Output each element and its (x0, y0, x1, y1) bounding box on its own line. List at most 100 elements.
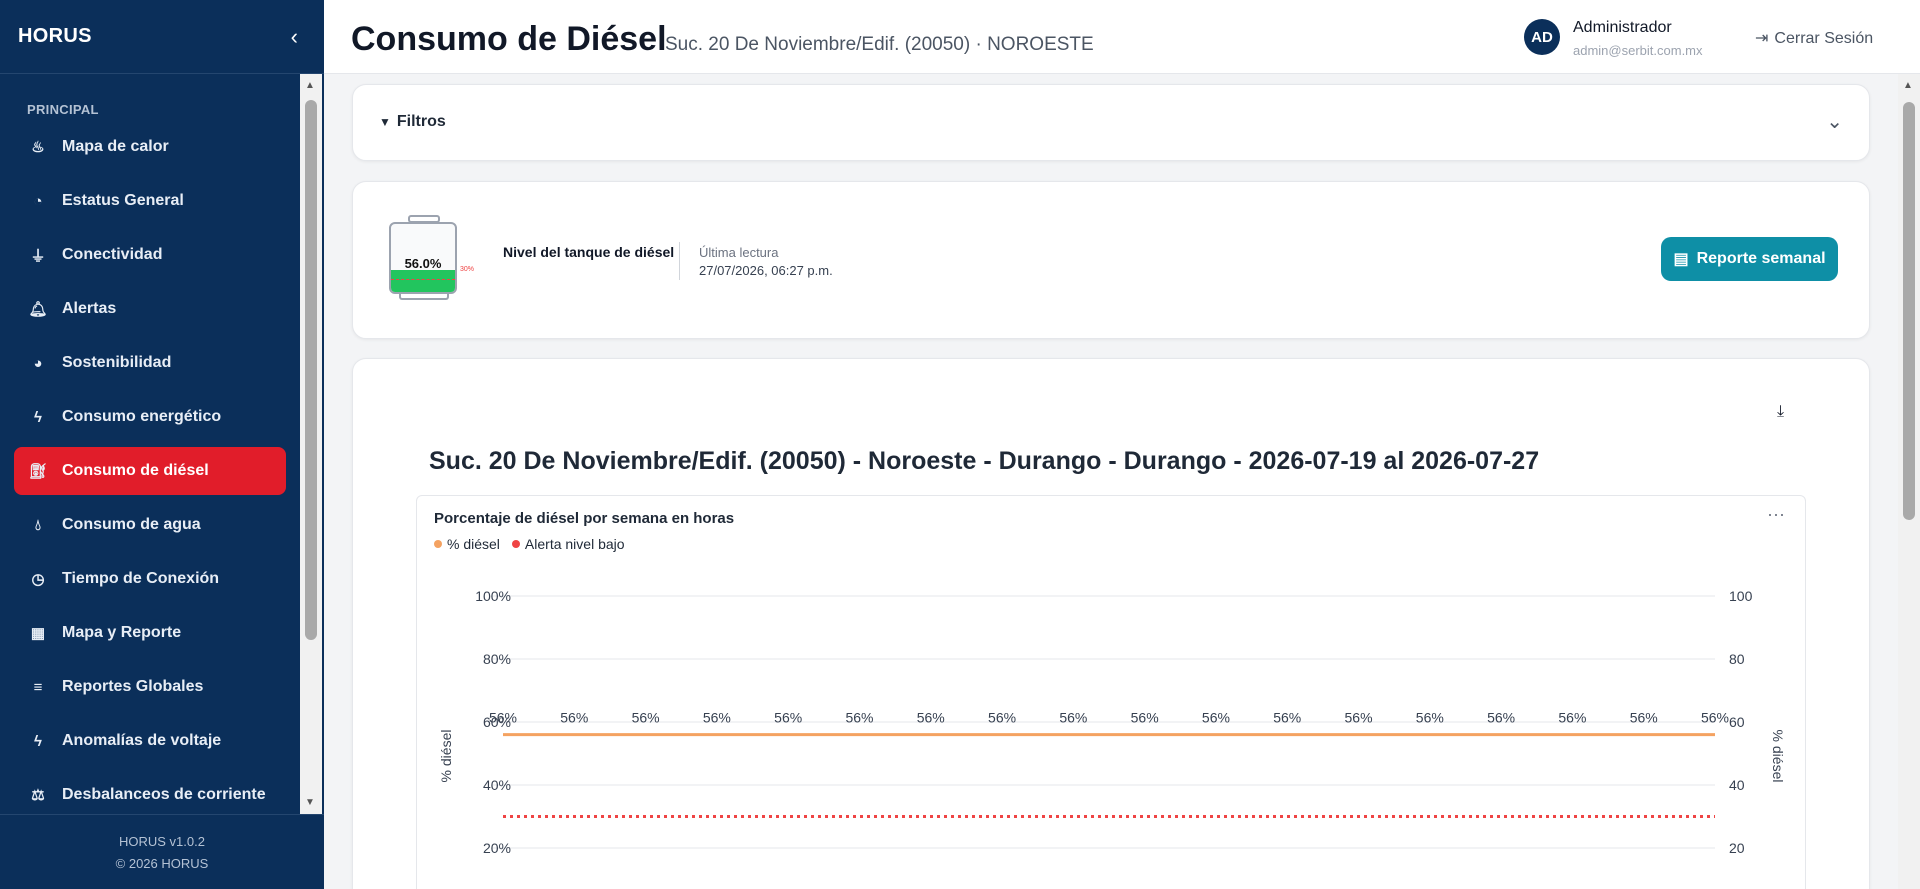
user-name: Administrador (1573, 19, 1672, 36)
data-label: 56% (988, 710, 1016, 726)
data-label: 56% (1345, 710, 1373, 726)
sidebar-scroll-thumb[interactable] (305, 100, 317, 640)
sidebar-item-conectividad[interactable]: ⏚ Conectividad (14, 231, 286, 279)
chevron-down-icon[interactable]: ⌄ (1826, 109, 1843, 134)
bolt-icon: ϟ (34, 732, 42, 750)
main-scroll-thumb[interactable] (1903, 102, 1915, 520)
sidebar-item-mapa-y-reporte[interactable]: ▦ Mapa y Reporte (14, 609, 286, 657)
data-label: 56% (1416, 710, 1444, 726)
sidebar-scrollbar[interactable]: ▲ ▼ (300, 74, 322, 814)
chart-card: ⤓ Suc. 20 De Noviembre/Edif. (20050) - N… (352, 358, 1870, 889)
sidebar-item-alertas[interactable]: 🔔︎ Alertas (14, 285, 286, 333)
sidebar-item-label: Anomalías de voltaje (62, 732, 222, 749)
sidebar: HORUS ‹ PRINCIPAL ♨ Mapa de calor ◔ Estatus… (0, 0, 324, 889)
last-reading-label: Última lectura (699, 245, 779, 260)
filters-label: Filtros (396, 113, 446, 130)
sidebar-item-desbalanceos-de-corriente[interactable]: ⚖︎ Desbalanceos de corriente (14, 771, 286, 814)
droplet-icon: 💧︎ (34, 516, 41, 534)
sidebar-nav: PRINCIPAL ♨ Mapa de calor ◔ Estatus General… (0, 74, 300, 814)
y-tick-label-right: 80 (1729, 651, 1745, 667)
gauge-icon: ◔ (33, 192, 43, 210)
logout-button[interactable]: ⇥ Cerrar Sesión (1755, 28, 1873, 48)
y-axis-label: % diésel (438, 730, 454, 783)
y-tick-label-right: 20 (1729, 840, 1745, 856)
data-label: 56% (1558, 710, 1586, 726)
weekly-report-label: Reporte semanal (1696, 250, 1826, 267)
app-version: HORUS v1.0.2 (119, 834, 205, 849)
data-label: 56% (917, 710, 945, 726)
sidebar-item-consumo-de-agua[interactable]: 💧︎ Consumo de agua (14, 501, 286, 549)
data-label: 56% (489, 710, 517, 726)
sidebar-item-sostenibilidad[interactable]: ◕ Sostenibilidad (14, 339, 286, 387)
data-label: 56% (845, 710, 873, 726)
data-label: 56% (1059, 710, 1087, 726)
sidebar-item-anomalias-de-voltaje[interactable]: ϟ Anomalías de voltaje (14, 717, 286, 765)
bar-list-icon: ≡ (33, 678, 43, 696)
tank-gauge: 56.0% (389, 222, 457, 294)
plug-icon: ⏚ (30, 247, 46, 265)
scroll-up-icon[interactable]: ▲ (1903, 80, 1913, 91)
sidebar-item-label: Estatus General (62, 192, 184, 209)
y-tick-label-right: 100 (1729, 588, 1753, 604)
scroll-down-icon[interactable]: ▼ (305, 797, 315, 808)
sidebar-item-mapa-de-calor[interactable]: ♨ Mapa de calor (14, 123, 286, 171)
sidebar-item-label: Alertas (62, 300, 117, 317)
weekly-report-button[interactable]: ▤ Reporte semanal (1661, 237, 1838, 281)
sidebar-footer: HORUS v1.0.2 © 2026 HORUS (0, 814, 324, 889)
tank-level-label: Nivel del tanque de diésel (503, 244, 675, 260)
filters-panel[interactable]: ▼ Filtros ⌄ (352, 84, 1870, 161)
logout-icon: ⇥ (1755, 30, 1769, 47)
fire-icon: ♨ (31, 139, 45, 156)
sidebar-item-label: Consumo de agua (62, 516, 201, 533)
sidebar-item-consumo-energetico[interactable]: ϟ Consumo energético (14, 393, 286, 441)
sidebar-item-consumo-de-diesel[interactable]: ⛽︎ Consumo de diésel (14, 447, 286, 495)
sidebar-header: HORUS ‹ (0, 0, 324, 74)
sidebar-item-label: Conectividad (62, 246, 163, 263)
data-label: 56% (1273, 710, 1301, 726)
user-email: admin@serbit.com.mx (1573, 43, 1703, 58)
avatar[interactable]: AD (1524, 19, 1560, 55)
app-brand: HORUS (18, 25, 92, 47)
tank-level-card: 56.0% 30% Nivel del tanque de diésel Últ… (352, 181, 1870, 339)
pie-chart-icon: ◕ (33, 354, 43, 372)
divider (679, 242, 680, 280)
y-tick-label-left: 100% (475, 588, 511, 604)
sidebar-item-label: Consumo energético (62, 408, 222, 425)
tank-level-value: 56.0% (404, 256, 442, 271)
document-icon: ▤ (1673, 251, 1689, 268)
y-tick-label-right: 60 (1729, 714, 1745, 730)
sidebar-item-label: Sostenibilidad (62, 354, 172, 371)
tank-alert-label: 30% (460, 266, 475, 273)
sidebar-item-label: Desbalanceos de corriente (62, 786, 266, 803)
sidebar-item-label: Consumo de diésel (62, 462, 209, 479)
sidebar-item-tiempo-de-conexion[interactable]: ◷ Tiempo de Conexión (14, 555, 286, 603)
sidebar-section-title: PRINCIPAL (27, 102, 99, 117)
sidebar-item-label: Mapa y Reporte (62, 624, 182, 641)
scroll-up-icon[interactable]: ▲ (305, 80, 315, 91)
data-label: 56% (1202, 710, 1230, 726)
tank-fill (391, 269, 455, 292)
last-reading-value: 27/07/2026, 06:27 p.m. (699, 263, 833, 278)
fuel-pump-icon: ⛽︎ (28, 463, 48, 480)
data-label: 56% (632, 710, 660, 726)
clock-icon: ◷ (31, 571, 45, 588)
tank-base (399, 294, 449, 300)
scale-icon: ⚖︎ (31, 787, 45, 804)
data-label: 56% (1487, 710, 1515, 726)
sidebar-item-estatus-general[interactable]: ◔ Estatus General (14, 177, 286, 225)
sidebar-item-reportes-globales[interactable]: ≡ Reportes Globales (14, 663, 286, 711)
y-tick-label-left: 40% (483, 777, 511, 793)
sidebar-item-label: Tiempo de Conexión (62, 570, 220, 587)
sidebar-item-label: Reportes Globales (62, 678, 204, 695)
chart-plot: 100% 10080% 8060% 6040% 4020% 20% diésel% dié… (438, 588, 1786, 856)
filters-toggle[interactable]: ▼ Filtros (379, 113, 446, 131)
map-icon: ▦ (30, 625, 46, 642)
collapse-sidebar-icon[interactable]: ‹ (291, 24, 298, 50)
main-scrollbar[interactable]: ▲ (1898, 74, 1920, 889)
top-header: Consumo de Diésel Suc. 20 De Noviembre/E… (324, 0, 1920, 74)
y-tick-label-left: 20% (483, 840, 511, 856)
data-label: 56% (560, 710, 588, 726)
cloud-download-icon[interactable]: ⤓ (1777, 403, 1784, 421)
page-subtitle: Suc. 20 De Noviembre/Edif. (20050) · NOR… (665, 34, 1094, 55)
copyright: © 2026 HORUS (115, 856, 209, 871)
